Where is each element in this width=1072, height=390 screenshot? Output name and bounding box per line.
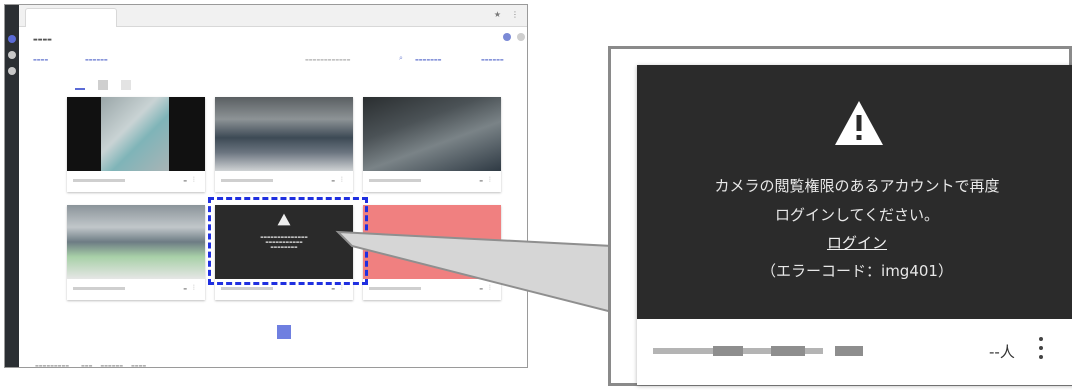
viewer-count-blurred: ▬ (331, 286, 335, 291)
camera-card[interactable]: ▬ ⋮ (363, 97, 501, 192)
card-footer: ▬ ⋮ (363, 279, 501, 300)
warning-triangle-icon (835, 101, 883, 145)
camera-offline-thumbnail[interactable] (363, 205, 501, 279)
search-input-blurred[interactable]: ▬▬▬▬▬▬▬▬▬▬▬▬ (305, 57, 350, 62)
camera-card[interactable]: ▬ ⋮ (67, 97, 205, 192)
more-vertical-icon[interactable]: ⋮ (191, 284, 197, 291)
error-code: （エラーコード：img401） (761, 262, 953, 280)
card-footer: ▬ ⋮ (363, 171, 501, 192)
camera-name-blurred (73, 179, 125, 182)
more-vertical-icon[interactable] (1033, 335, 1049, 361)
more-vertical-icon[interactable]: ⋮ (487, 176, 493, 183)
menu-icon[interactable]: ⋮ (511, 10, 519, 19)
camera-name-blurred (369, 179, 421, 182)
camera-thumbnail[interactable] (363, 97, 501, 171)
camera-thumbnail[interactable] (67, 97, 205, 171)
list-view-icon[interactable] (98, 80, 109, 90)
title-bar: ★ ⋮ (19, 5, 527, 27)
viewer-count: --人 (989, 343, 1015, 361)
help-icon[interactable] (517, 33, 525, 41)
card-footer: ▬ ⋮ (215, 171, 353, 192)
selection-highlight (208, 197, 368, 285)
card-footer: ▬ ⋮ (67, 279, 205, 300)
viewer-count-blurred: ▬ (479, 178, 483, 183)
search-icon[interactable]: ⌕ (399, 54, 403, 63)
star-icon[interactable]: ★ (494, 10, 501, 19)
pagination-current-page[interactable] (277, 325, 291, 339)
header-link-2[interactable]: ▬▬▬▬▬▬ (85, 57, 108, 62)
card-footer: ▬ ⋮ (67, 171, 205, 192)
camera-thumbnail[interactable] (215, 97, 353, 171)
viewer-count-blurred: ▬ (479, 286, 483, 291)
error-overlay: カメラの閲覧権限のあるアカウントで再度 ログインしてください。 ログイン （エラ… (637, 65, 1072, 319)
viewer-count-blurred: ▬ (183, 178, 187, 183)
viewer-count-blurred: ▬ (183, 286, 187, 291)
nav-search-icon[interactable] (8, 51, 16, 59)
view-toggle (75, 75, 139, 90)
error-message-line-1: カメラの閲覧権限のあるアカウントで再度 (714, 177, 1000, 195)
camera-name-blurred (73, 287, 125, 290)
camera-card[interactable]: ▬ ⋮ (215, 97, 353, 192)
header-link-1[interactable]: ▬▬▬▬ (33, 57, 48, 62)
login-link[interactable]: ログイン (827, 234, 887, 252)
zoomed-detail-panel: カメラの閲覧権限のあるアカウントで再度 ログインしてください。 ログイン （エラ… (608, 46, 1072, 386)
card-footer: --人 (637, 319, 1072, 385)
login-link-wrapper: ログイン (637, 232, 1072, 253)
viewer-count-blurred: ▬ (331, 178, 335, 183)
more-vertical-icon[interactable]: ⋮ (487, 284, 493, 291)
footer-links-blurred: ▬▬▬▬▬▬▬▬▬ ▬▬▬ ▬▬▬▬▬▬ ▬▬▬▬ (35, 363, 147, 368)
left-rail (5, 5, 19, 367)
browser-tab[interactable] (25, 8, 117, 27)
map-view-icon[interactable] (121, 80, 132, 90)
nav-camera-icon[interactable] (8, 35, 16, 43)
more-vertical-icon[interactable]: ⋮ (339, 284, 345, 291)
header-link-3[interactable]: ▬▬▬▬▬▬▬ (415, 57, 441, 62)
user-icon[interactable] (503, 33, 511, 41)
camera-card[interactable]: ▬ ⋮ (363, 205, 501, 300)
camera-card-error-enlarged: カメラの閲覧権限のあるアカウントで再度 ログインしてください。 ログイン （エラ… (637, 65, 1072, 385)
camera-name-blurred (221, 287, 273, 290)
more-vertical-icon[interactable]: ⋮ (191, 176, 197, 183)
camera-name-blurred (221, 179, 273, 182)
page-title-blurred: ▬▬▬▬ (33, 37, 52, 43)
error-message-line-2: ログインしてください。 (774, 206, 940, 224)
camera-name-blurred (369, 287, 421, 290)
page-header: ▬▬▬▬ ▬▬▬▬ ▬▬▬▬▬▬ ▬▬▬▬▬▬▬▬▬▬▬▬ ⌕ ▬▬▬▬▬▬▬ … (19, 27, 527, 71)
app-window-overview: ★ ⋮ ▬▬▬▬ ▬▬▬▬ ▬▬▬▬▬▬ ▬▬▬▬▬▬▬▬▬▬▬▬ ⌕ ▬▬▬▬… (4, 4, 528, 368)
nav-settings-icon[interactable] (8, 67, 16, 75)
camera-thumbnail[interactable] (67, 205, 205, 279)
camera-name-blurred (653, 343, 863, 359)
camera-card[interactable]: ▬ ⋮ (67, 205, 205, 300)
header-link-4[interactable]: ▬▬▬▬▬▬ (481, 57, 504, 62)
more-vertical-icon[interactable]: ⋮ (339, 176, 345, 183)
grid-view-icon[interactable] (75, 80, 85, 90)
